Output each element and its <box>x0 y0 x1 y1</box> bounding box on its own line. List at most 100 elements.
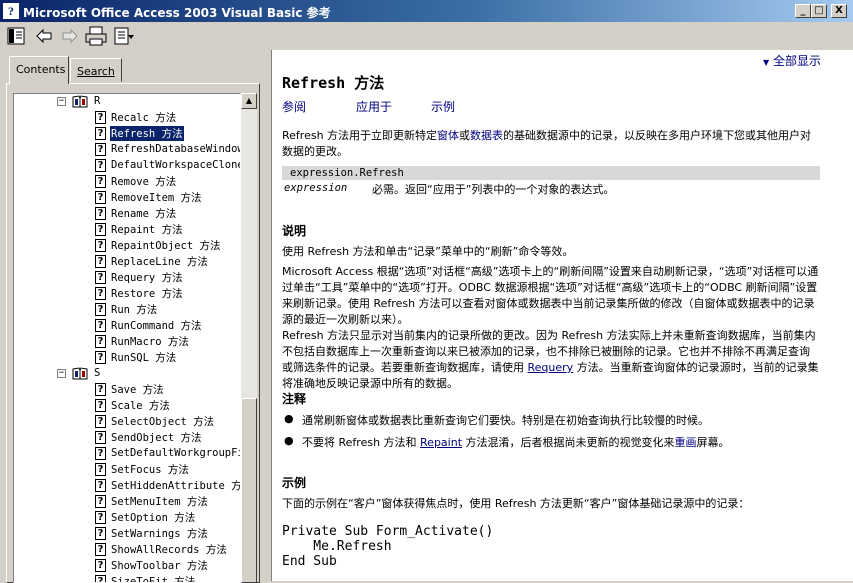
title-bar[interactable]: ? Microsoft Office Access 2003 Visual Ba… <box>0 0 853 22</box>
hide-pane-button[interactable] <box>4 25 28 47</box>
redraw-link[interactable]: 重画 <box>675 436 697 449</box>
tree-item[interactable]: ?SelectObject 方法 <box>95 413 215 429</box>
scroll-thumb[interactable] <box>241 398 257 583</box>
collapse-icon[interactable]: − <box>57 97 66 106</box>
tree-item[interactable]: ?SetDefaultWorkgroupFi <box>95 445 241 461</box>
tree-item[interactable]: ? RepaintObject 方法 <box>95 237 222 253</box>
datasheet-link[interactable]: 数据表 <box>470 129 503 142</box>
tree-group-s[interactable]: −S <box>57 365 101 381</box>
scroll-up-button[interactable]: ▲ <box>241 93 257 109</box>
tree-item-label: SendObject 方法 <box>110 430 203 445</box>
tab-contents[interactable]: Contents <box>9 56 69 84</box>
repaint-link[interactable]: Repaint <box>420 436 462 449</box>
help-topic-icon: ? <box>95 159 106 172</box>
tree-item[interactable]: ?Repaint 方法 <box>95 221 184 237</box>
tree-item[interactable]: ?SendObject 方法 <box>95 429 203 445</box>
tree-item-label: Scale 方法 <box>110 398 171 413</box>
tree-item-label: Rename 方法 <box>110 206 177 221</box>
hide-pane-icon <box>6 27 26 45</box>
tree-item[interactable]: ? Run 方法 <box>95 301 158 317</box>
tree-group-label: R <box>93 95 101 107</box>
tree-item[interactable]: ?RunCommand 方法 <box>95 317 203 333</box>
forward-button[interactable] <box>58 25 82 47</box>
minimize-button[interactable]: _ <box>795 4 811 18</box>
collapse-icon[interactable]: − <box>57 369 66 378</box>
help-topic-icon: ? <box>95 335 106 348</box>
tree-item[interactable]: ?SetWarnings 方法 <box>95 525 209 541</box>
tree-item-label: Recalc 方法 <box>110 110 177 125</box>
bullet-icon: ● <box>284 412 294 425</box>
intro-text-b: 或 <box>459 129 470 142</box>
tree-item-label: DefaultWorkspaceClone <box>110 159 241 171</box>
tree-item[interactable]: ?RunMacro 方法 <box>95 333 190 349</box>
note2-text-a: 不要将 Refresh 方法和 <box>302 436 420 449</box>
tree-item[interactable]: ?ShowAllRecords 方法 <box>95 541 228 557</box>
param-name: expression <box>284 182 347 194</box>
tree-item[interactable]: ?SetMenuItem 方法 <box>95 493 209 509</box>
tree-item[interactable]: ?Scale 方法 <box>95 397 171 413</box>
tree-item[interactable]: ?RefreshDatabaseWindow <box>95 141 241 157</box>
help-topic-icon: ? <box>95 127 106 140</box>
tree-item[interactable]: ?Recalc 方法 <box>95 109 177 125</box>
open-book-icon <box>72 95 88 108</box>
vertical-scrollbar[interactable]: ▲ <box>241 93 257 583</box>
tree-item-label: ShowToolbar 方法 <box>110 558 209 573</box>
tab-search[interactable]: Search <box>70 58 122 82</box>
tree-item[interactable]: ?RunSQL 方法 <box>95 349 177 365</box>
see-also-link[interactable]: 参阅 <box>282 98 306 115</box>
tree-item-label: Run 方法 <box>110 302 158 317</box>
help-topic-icon: ? <box>95 287 106 300</box>
tree-item-label: Refresh 方法 <box>110 126 184 141</box>
window-title: Microsoft Office Access 2003 Visual Basi… <box>23 4 331 21</box>
close-button[interactable]: X <box>831 4 847 18</box>
help-topic-icon: ? <box>95 511 106 524</box>
tree-item[interactable]: ?SizeToFit 方法 <box>95 573 196 583</box>
example-intro: 下面的示例在“客户”窗体获得焦点时，使用 Refresh 方法更新“客户”窗体基… <box>282 496 820 512</box>
code-block: Private Sub Form_Activate() Me.RefreshEn… <box>282 524 493 569</box>
help-topic-icon: ? <box>95 223 106 236</box>
tree-item[interactable]: ?SetFocus 方法 <box>95 461 190 477</box>
note-item-2: 不要将 Refresh 方法和 Repaint 方法混淆，后者根据尚未更新的视觉… <box>302 434 730 450</box>
show-all-link[interactable]: ▼ 全部显示 <box>763 52 821 69</box>
help-topic-icon: ? <box>95 383 106 396</box>
back-button[interactable] <box>32 25 56 47</box>
note2-text-b: 方法混淆，后者根据尚未更新的视觉变化来 <box>462 436 675 449</box>
tree-item-label: Remove 方法 <box>110 174 177 189</box>
forward-icon <box>61 28 79 44</box>
remark-paragraph-2: Microsoft Access 根据“选项”对话框“高级”选项卡上的“刷新间隔… <box>282 264 820 328</box>
help-topic-icon: ? <box>95 239 106 252</box>
form-link[interactable]: 窗体 <box>437 129 459 142</box>
print-button[interactable] <box>84 25 108 47</box>
code-line: Private Sub Form_Activate() <box>282 524 493 539</box>
help-topic-icon: ? <box>95 559 106 572</box>
param-description: 必需。返回“应用于”列表中的一个对象的表达式。 <box>372 181 614 197</box>
tree-item[interactable]: ?SetOption 方法 <box>95 509 196 525</box>
requery-link[interactable]: Requery <box>528 361 574 374</box>
tree-item[interactable]: ? Rename 方法 <box>95 205 177 221</box>
tree-item-label: RepaintObject 方法 <box>110 238 222 253</box>
help-topic-icon: ? <box>95 303 106 316</box>
help-topic-icon: ? <box>95 543 106 556</box>
applies-to-link[interactable]: 应用于 <box>356 98 392 115</box>
tree-item[interactable]: ?ReplaceLine 方法 <box>95 253 209 269</box>
options-button[interactable] <box>112 25 136 47</box>
tree-item-label: ReplaceLine 方法 <box>110 254 209 269</box>
tree-item[interactable]: ?RemoveItem 方法 <box>95 189 203 205</box>
help-topic-icon: ? <box>95 479 106 492</box>
tree-item[interactable]: ?SetHiddenAttribute 方 <box>95 477 241 493</box>
help-topic-icon: ? <box>95 207 106 220</box>
help-topic-icon: ? <box>95 495 106 508</box>
contents-tree[interactable]: −R?Recalc 方法?Refresh 方法?RefreshDatabaseW… <box>13 93 241 583</box>
tree-item[interactable]: ? Refresh 方法 <box>95 125 184 141</box>
tree-item[interactable]: ? ShowToolbar 方法 <box>95 557 209 573</box>
tree-item[interactable]: ?Requery 方法 <box>95 269 184 285</box>
tree-item[interactable]: ?Remove 方法 <box>95 173 177 189</box>
maximize-button[interactable]: □ <box>811 4 827 18</box>
code-line: Me.Refresh <box>282 539 493 554</box>
tree-item[interactable]: ?Save 方法 <box>95 381 165 397</box>
tree-group-r[interactable]: −R <box>57 93 101 109</box>
tree-item[interactable]: ?Restore 方法 <box>95 285 184 301</box>
example-link[interactable]: 示例 <box>431 98 455 115</box>
tree-item[interactable]: ? DefaultWorkspaceClone <box>95 157 241 173</box>
remarks-heading: 说明 <box>282 222 306 239</box>
